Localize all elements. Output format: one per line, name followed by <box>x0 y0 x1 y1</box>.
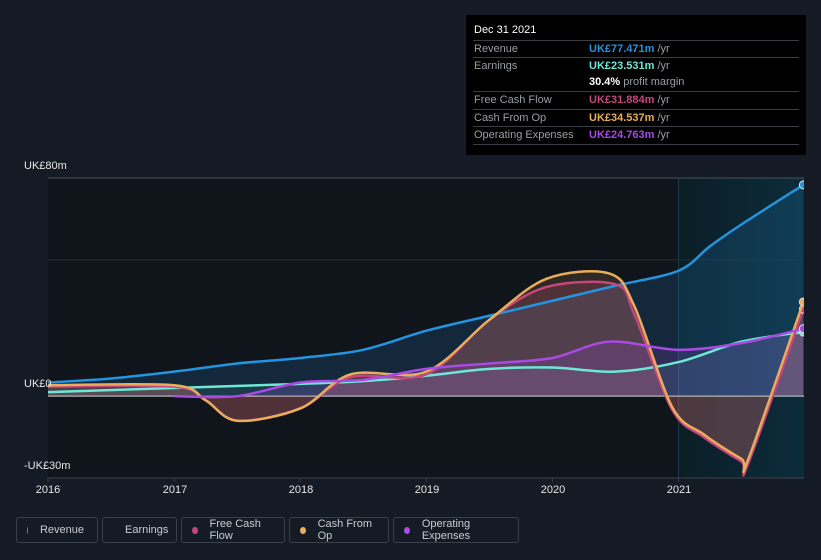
legend-item-earnings[interactable]: Earnings <box>102 517 177 543</box>
y-tick-label: UK£0 <box>24 378 52 390</box>
cash-from-op-dot-icon <box>300 526 306 534</box>
legend-label: Free Cash Flow <box>209 518 261 542</box>
tooltip-value: UK£34.537m <box>589 112 655 124</box>
tooltip-value: UK£77.471m <box>589 43 655 55</box>
y-tick-label: -UK£30m <box>24 460 71 472</box>
tooltip-unit: /yr <box>654 43 670 55</box>
x-tick-label: 2017 <box>162 484 188 496</box>
legend: Revenue Earnings Free Cash Flow Cash Fro… <box>16 517 519 543</box>
tooltip-row-earnings: Earnings UK£23.531m /yr <box>473 57 799 75</box>
tooltip-row-opex: Operating Expenses UK£24.763m /yr <box>473 126 799 144</box>
legend-item-revenue[interactable]: Revenue <box>16 517 98 543</box>
tooltip-label: Revenue <box>474 43 519 55</box>
tooltip-row-fcf: Free Cash Flow UK£31.884m /yr <box>473 91 799 109</box>
legend-label: Revenue <box>39 524 84 536</box>
tooltip-row-revenue: Revenue UK£77.471m /yr <box>473 40 799 58</box>
tooltip-unit: /yr <box>654 60 670 72</box>
tooltip-date: Dec 31 2021 <box>474 24 537 36</box>
legend-label: Cash From Op <box>317 518 372 542</box>
tooltip-unit: /yr <box>654 112 670 124</box>
tooltip-row-cfo: Cash From Op UK£34.537m /yr <box>473 109 799 127</box>
tooltip-divider <box>473 144 799 145</box>
tooltip-unit: /yr <box>654 129 670 141</box>
legend-item-free-cash-flow[interactable]: Free Cash Flow <box>181 517 285 543</box>
tooltip-label: Cash From Op <box>474 112 547 124</box>
tooltip-row-margin: 30.4% profit margin <box>473 74 799 91</box>
tooltip-value: UK£31.884m <box>589 94 655 106</box>
tooltip-label: Free Cash Flow <box>474 94 552 106</box>
x-tick-label: 2016 <box>35 484 61 496</box>
tooltip-value: 30.4% <box>589 76 621 88</box>
tooltip-label: Operating Expenses <box>474 129 574 141</box>
y-tick-label: UK£80m <box>24 160 67 172</box>
tooltip: Dec 31 2021 Revenue UK£77.471m /yr Earni… <box>466 15 806 155</box>
legend-item-operating-expenses[interactable]: Operating Expenses <box>393 517 519 543</box>
free-cash-flow-dot-icon <box>192 526 198 534</box>
tooltip-unit: profit margin <box>620 76 685 88</box>
tooltip-value: UK£23.531m <box>589 60 655 72</box>
tooltip-value: UK£24.763m <box>589 129 655 141</box>
revenue-dot-icon <box>27 526 28 534</box>
tooltip-label: Earnings <box>474 60 518 72</box>
plot-right-margin <box>804 176 821 480</box>
tooltip-unit: /yr <box>654 94 670 106</box>
x-tick-label: 2020 <box>540 484 566 496</box>
operating-expenses-dot-icon <box>404 526 410 534</box>
legend-item-cash-from-op[interactable]: Cash From Op <box>289 517 389 543</box>
legend-label: Earnings <box>125 524 169 536</box>
x-tick-label: 2019 <box>414 484 440 496</box>
x-tick-label: 2021 <box>666 484 692 496</box>
x-tick-label: 2018 <box>288 484 314 496</box>
legend-label: Operating Expenses <box>421 518 471 542</box>
